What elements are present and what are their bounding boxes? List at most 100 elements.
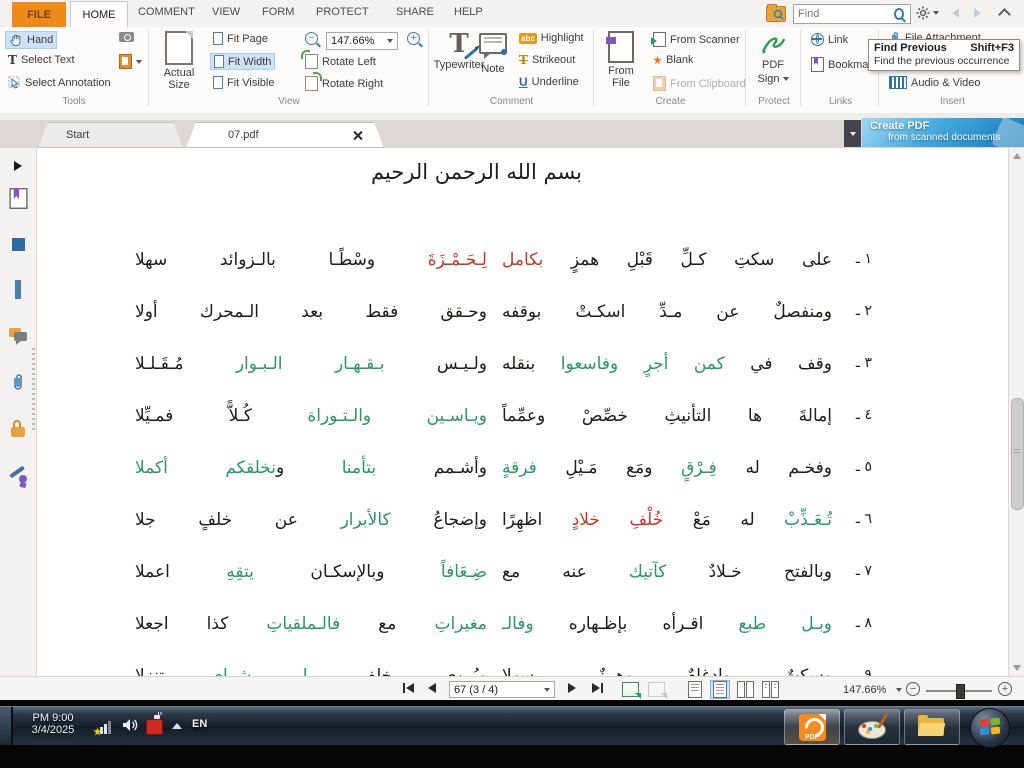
power-tray-icon[interactable] [146, 715, 163, 735]
verse-number: ٣ ـ [832, 348, 872, 371]
find-options-button[interactable] [916, 6, 939, 20]
facing-layout-button[interactable] [735, 680, 755, 699]
ribbon-mode-dropdown[interactable] [844, 120, 861, 147]
zoom-caret-icon[interactable] [896, 688, 902, 692]
continuous-layout-button[interactable] [710, 680, 730, 699]
attachments-panel-icon[interactable] [6, 370, 30, 394]
show-desktop-button[interactable] [0, 707, 13, 745]
find-box [793, 4, 911, 24]
note-button[interactable]: Note [474, 33, 512, 75]
select-annotation-button[interactable]: Select Annotation [5, 75, 114, 90]
security-panel-icon[interactable] [6, 416, 30, 440]
blank-button[interactable]: Blank [650, 53, 697, 67]
search-folder-icon[interactable] [766, 6, 786, 22]
promo-banner[interactable]: Create PDF from scanned documents [862, 118, 1024, 147]
page-number-combo[interactable]: 67 (3 / 4) [449, 681, 555, 698]
verse-number: ٨ ـ [832, 608, 872, 631]
tab-form[interactable]: FORM [262, 6, 294, 18]
basmala-text: بسم الله الرحمن الرحيم [37, 160, 962, 184]
from-scanner-button[interactable]: From Scanner [650, 31, 743, 48]
previous-page-button[interactable] [428, 683, 436, 693]
hand-tool-button[interactable]: Hand [5, 31, 57, 49]
next-page-button[interactable] [568, 683, 576, 693]
snapshot-button[interactable] [116, 31, 137, 43]
actual-size-button[interactable]: Actual Size [156, 31, 202, 91]
tab-protect[interactable]: PROTECT [316, 6, 369, 18]
search-icon[interactable] [894, 8, 904, 20]
zoom-level-combo[interactable]: 147.66% [326, 32, 398, 50]
zoom-slider-thumb[interactable] [956, 684, 965, 699]
zoom-in-button-status[interactable]: + [998, 682, 1012, 696]
find-next-button[interactable] [974, 8, 981, 18]
fit-width-button[interactable]: Fit Width [210, 53, 275, 70]
network-tray-icon[interactable] [96, 719, 114, 734]
expand-panel-arrow-icon[interactable] [6, 154, 30, 178]
underline-button[interactable]: UUnderline [516, 75, 582, 89]
zoom-out-button-status[interactable]: − [906, 682, 920, 696]
audio-video-button[interactable]: Audio & Video [886, 75, 984, 90]
highlight-button[interactable]: abcHighlight [516, 31, 587, 45]
signature-panel-icon[interactable] [6, 462, 30, 486]
tab-comment[interactable]: COMMENT [138, 6, 195, 18]
taskbar-clock[interactable]: PM 9:00 3/4/2025 [22, 712, 84, 736]
from-scanner-label: From Scanner [670, 34, 740, 46]
last-page-button[interactable] [592, 683, 603, 693]
bookmarks-panel-icon[interactable] [6, 186, 30, 210]
zoom-out-button[interactable]: − [302, 31, 321, 46]
verse-segment: على سكتِ كـلِّ قَبْلِ همزٍ [543, 250, 832, 270]
layers-panel-icon[interactable] [6, 278, 30, 302]
sidebar-grip[interactable] [32, 348, 35, 432]
taskbar-app-paint[interactable] [844, 709, 900, 745]
previous-view-button[interactable] [622, 682, 639, 697]
clipboard-button[interactable] [116, 53, 145, 70]
language-indicator[interactable]: EN [192, 718, 207, 730]
tab-view[interactable]: VIEW [212, 6, 240, 18]
verse-segment: وسكتٌ وإدغامٌ وهمزٌ مسهلا [502, 666, 832, 676]
single-page-layout-button[interactable] [685, 680, 705, 699]
comments-panel-icon[interactable] [6, 324, 30, 348]
from-file-button[interactable]: From File [600, 31, 642, 89]
clipboard-icon [119, 54, 132, 69]
fit-page-button[interactable]: Fit Page [210, 31, 271, 46]
tab-home[interactable]: HOME [70, 1, 128, 28]
select-text-button[interactable]: T Select Text [5, 53, 78, 67]
find-previous-button[interactable] [952, 8, 959, 18]
pdf-sign-icon [759, 31, 787, 57]
taskbar-app-foxit[interactable]: PDF [784, 709, 840, 745]
tab-help[interactable]: HELP [454, 6, 483, 18]
show-hidden-icons-button[interactable] [172, 723, 182, 729]
vertical-scrollbar[interactable] [1008, 148, 1024, 676]
group-separator [800, 30, 801, 106]
close-tab-icon[interactable] [353, 130, 362, 139]
strikeout-button[interactable]: TStrikeout [516, 53, 578, 67]
start-button[interactable] [968, 707, 1012, 749]
document-tab-active[interactable]: 07.pdf [186, 122, 384, 148]
select-annotation-icon [8, 76, 21, 89]
continuous-facing-layout-button[interactable] [760, 680, 780, 699]
scroll-down-icon[interactable] [1013, 665, 1021, 671]
dropdown-caret-icon [783, 77, 789, 81]
tooltip: Find PreviousShift+F3 Find the previous … [868, 39, 1020, 71]
scroll-up-icon[interactable] [1013, 153, 1021, 159]
group-label-tools: Tools [0, 96, 148, 108]
zoom-in-button[interactable]: + [404, 31, 423, 46]
dropdown-caret-icon [136, 60, 142, 64]
pdf-sign-button[interactable]: PDF Sign [750, 31, 796, 85]
taskbar-app-explorer[interactable] [904, 709, 960, 745]
link-button[interactable]: Link [808, 32, 851, 47]
find-input[interactable] [794, 8, 894, 20]
rotate-right-button[interactable]: Rotate Right [302, 75, 386, 92]
first-page-button[interactable] [403, 683, 414, 693]
fit-visible-button[interactable]: Fit Visible [210, 75, 277, 90]
pages-panel-icon[interactable] [6, 232, 30, 256]
verse-number: ١ ـ [832, 244, 872, 267]
collapse-ribbon-button[interactable] [998, 8, 1011, 21]
verse-segment: أكملا [135, 458, 168, 478]
document-tab-start[interactable]: Start [38, 122, 183, 148]
tab-file[interactable]: FILE [12, 2, 66, 27]
verse-number: ٤ ـ [832, 400, 872, 423]
scrollbar-thumb[interactable] [1011, 398, 1024, 510]
tab-share[interactable]: SHARE [396, 6, 434, 18]
volume-tray-icon[interactable] [122, 717, 139, 738]
rotate-left-button[interactable]: Rotate Left [302, 53, 379, 70]
